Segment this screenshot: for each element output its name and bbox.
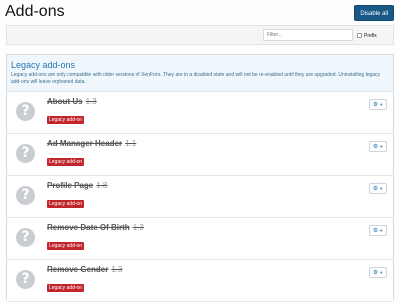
- addon-name: About Us: [47, 97, 83, 106]
- caret-down-icon: ▼: [379, 228, 384, 233]
- addon-version: 1.8: [96, 181, 108, 190]
- section-description: Legacy add-ons are only compatible with …: [11, 72, 381, 85]
- disable-all-button[interactable]: Disable all: [354, 5, 394, 21]
- options-menu-button[interactable]: ⚙ ▼: [369, 99, 387, 110]
- gear-icon: ⚙: [372, 144, 379, 150]
- addon-name: Profile Page: [47, 181, 94, 190]
- prefix-toggle[interactable]: Prefix: [357, 31, 377, 40]
- addon-version: 1.3: [85, 97, 97, 106]
- addon-row: ? Profile Page 1.8 Legacy add-on ⚙ ▼: [7, 176, 393, 218]
- addon-title[interactable]: About Us 1.3: [47, 97, 97, 106]
- legacy-addons-section: Legacy add-ons Legacy add-ons are only c…: [6, 54, 394, 302]
- gear-icon: ⚙: [372, 270, 379, 276]
- addon-name: Ad Manager Header: [47, 139, 123, 148]
- caret-down-icon: ▼: [379, 144, 384, 149]
- gear-icon: ⚙: [372, 228, 379, 234]
- addon-title[interactable]: Ad Manager Header 1.1: [47, 139, 136, 148]
- filter-bar: Prefix: [6, 25, 394, 45]
- addon-row: ? Remove Gender 1.3 Legacy add-on ⚙ ▼: [7, 260, 393, 302]
- addon-version: 1.3: [132, 223, 144, 232]
- gear-icon: ⚙: [372, 102, 379, 108]
- section-header: Legacy add-ons Legacy add-ons are only c…: [7, 55, 393, 92]
- addon-row: ? Ad Manager Header 1.1 Legacy add-on ⚙ ▼: [7, 134, 393, 176]
- gear-icon: ⚙: [372, 186, 379, 192]
- addon-name: Remove Date Of Birth: [47, 223, 130, 232]
- question-mark-icon: ?: [16, 102, 35, 121]
- section-title: Legacy add-ons: [11, 60, 76, 70]
- options-menu-button[interactable]: ⚙ ▼: [369, 141, 387, 152]
- addon-row: ? About Us 1.3 Legacy add-on ⚙ ▼: [7, 92, 393, 134]
- legacy-badge: Legacy add-on: [47, 200, 85, 208]
- legacy-badge: Legacy add-on: [47, 116, 85, 124]
- options-menu-button[interactable]: ⚙ ▼: [369, 267, 387, 278]
- addon-version: 1.1: [125, 139, 137, 148]
- question-mark-icon: ?: [16, 270, 35, 289]
- addon-title[interactable]: Profile Page 1.8: [47, 181, 107, 190]
- question-mark-icon: ?: [16, 228, 35, 247]
- addon-title[interactable]: Remove Gender 1.3: [47, 265, 122, 274]
- prefix-label: Prefix: [364, 32, 377, 39]
- filter-input[interactable]: [263, 29, 353, 41]
- legacy-badge: Legacy add-on: [47, 242, 85, 250]
- options-menu-button[interactable]: ⚙ ▼: [369, 183, 387, 194]
- caret-down-icon: ▼: [379, 270, 384, 275]
- page-title: Add-ons: [5, 3, 65, 20]
- addon-version: 1.3: [111, 265, 123, 274]
- page-header: Add-ons Disable all: [0, 0, 400, 26]
- legacy-badge: Legacy add-on: [47, 284, 85, 292]
- question-mark-icon: ?: [16, 144, 35, 163]
- addon-row: ? Remove Date Of Birth 1.3 Legacy add-on …: [7, 218, 393, 260]
- caret-down-icon: ▼: [379, 186, 384, 191]
- caret-down-icon: ▼: [379, 102, 384, 107]
- addon-name: Remove Gender: [47, 265, 109, 274]
- addon-title[interactable]: Remove Date Of Birth 1.3: [47, 223, 144, 232]
- question-mark-icon: ?: [16, 186, 35, 205]
- prefix-checkbox[interactable]: [357, 33, 362, 38]
- options-menu-button[interactable]: ⚙ ▼: [369, 225, 387, 236]
- legacy-badge: Legacy add-on: [47, 158, 85, 166]
